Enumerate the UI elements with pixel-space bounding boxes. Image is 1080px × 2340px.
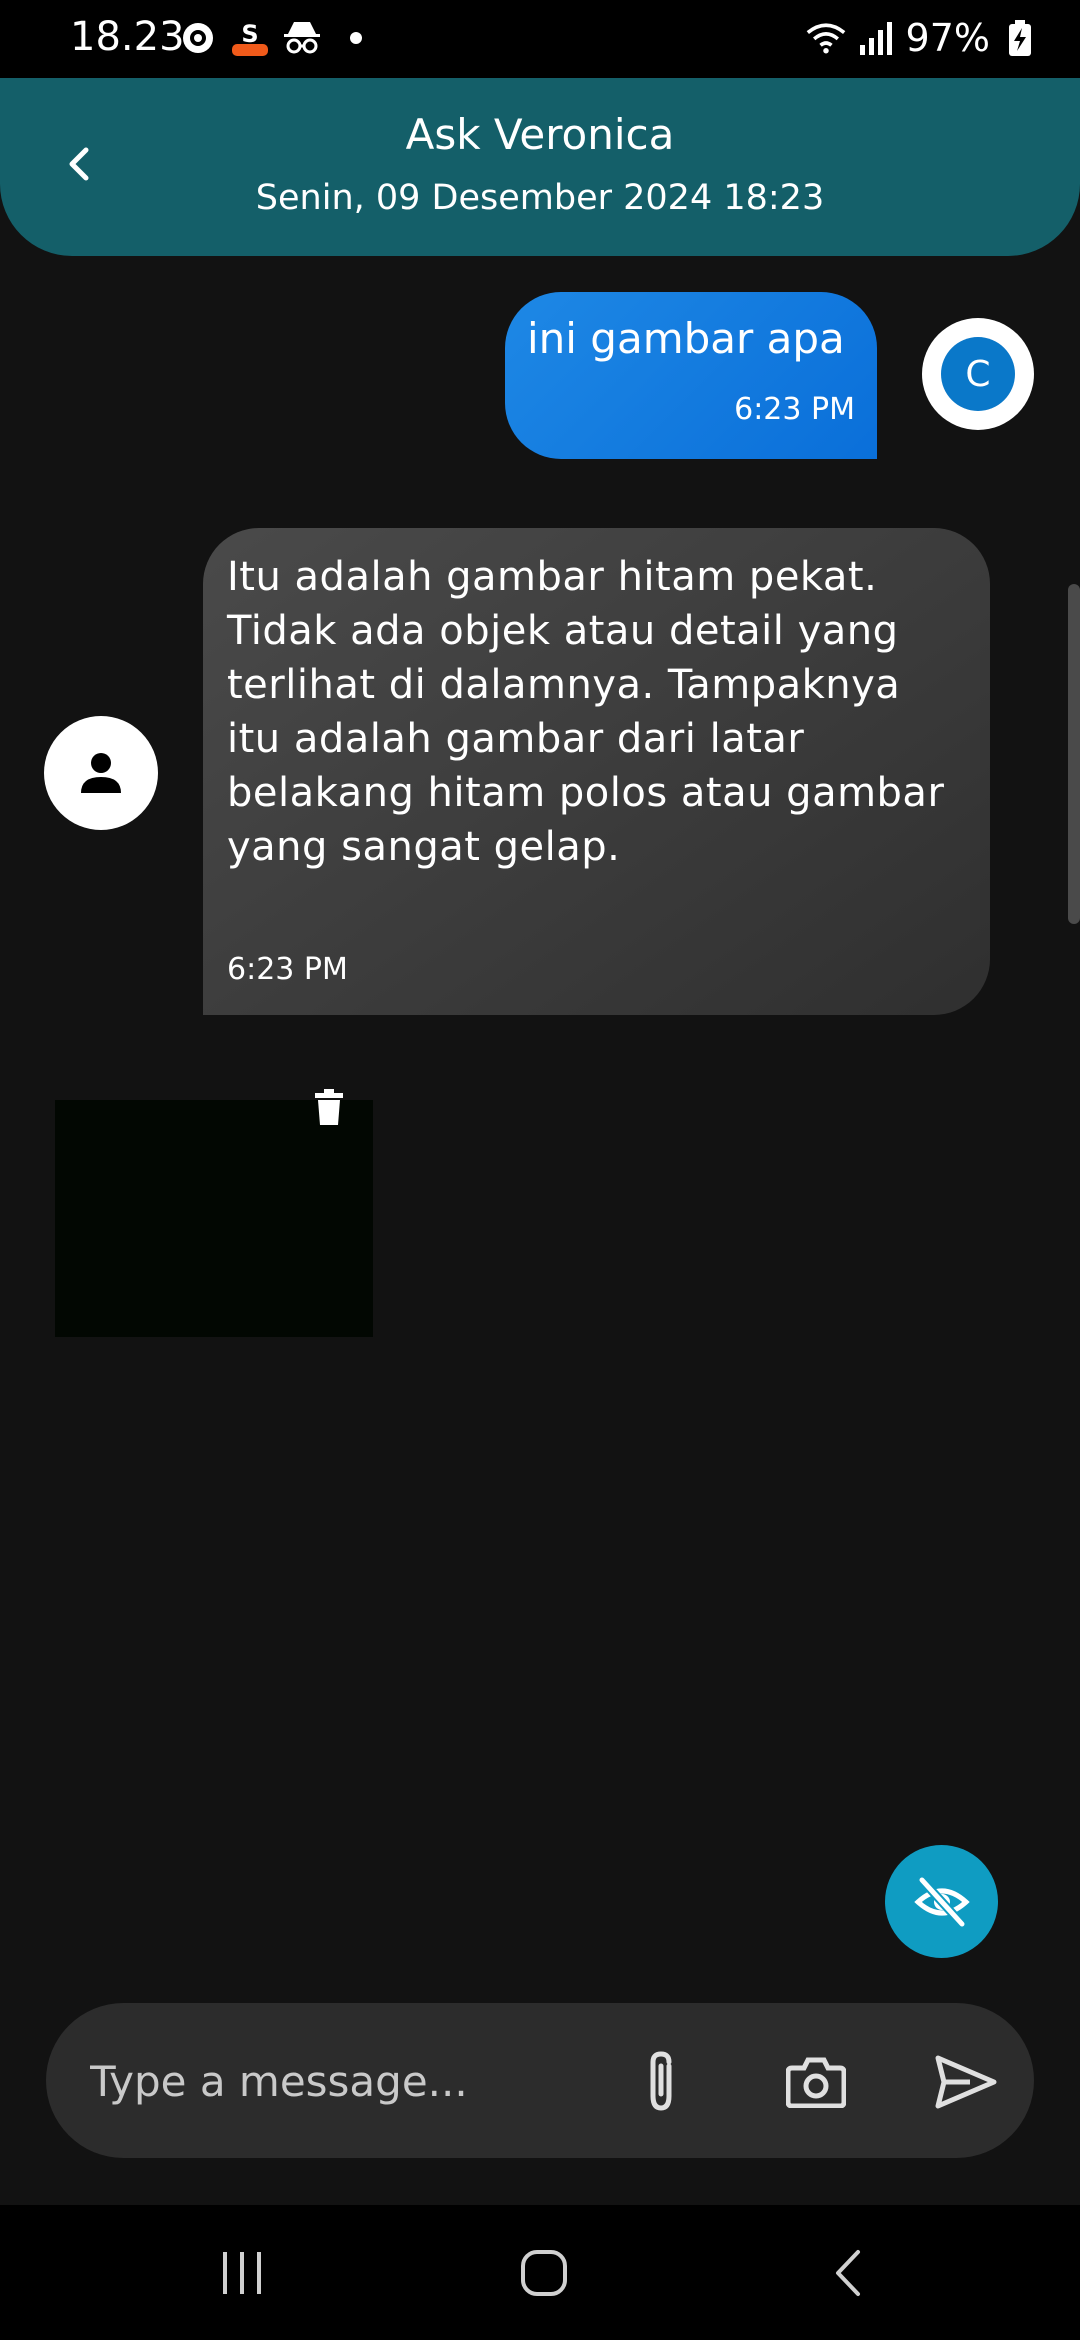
shopee-icon: S [230, 18, 270, 58]
user-avatar: C [922, 318, 1034, 430]
target-icon [178, 18, 218, 58]
status-right: 97% [806, 16, 1040, 60]
wifi-icon [806, 18, 846, 58]
page-title: Ask Veronica [405, 110, 675, 159]
message-time: 6:23 PM [227, 952, 348, 987]
message-composer [46, 2003, 1034, 2158]
battery-percent: 97% [905, 16, 990, 60]
svg-text:S: S [241, 20, 258, 48]
message-text: ini gambar apa [527, 314, 845, 363]
person-icon [81, 753, 121, 793]
signal-icon [856, 18, 896, 58]
trash-icon [315, 1089, 343, 1125]
toggle-visibility-button[interactable] [885, 1845, 998, 1958]
chat-header: Ask Veronica Senin, 09 Desember 2024 18:… [0, 78, 1080, 256]
navigation-bar [0, 2205, 1080, 2340]
camera-button[interactable] [780, 2049, 852, 2115]
notification-icons: S [178, 18, 362, 58]
battery-charging-icon [1000, 18, 1040, 58]
message-time: 6:23 PM [734, 392, 855, 427]
bot-avatar [44, 716, 158, 830]
home-icon [521, 2250, 567, 2296]
recent-apps-icon [223, 2252, 261, 2294]
user-message-bubble[interactable]: ini gambar apa 6:23 PM [505, 292, 877, 459]
status-time: 18.23 [70, 14, 185, 60]
recent-apps-button[interactable] [202, 2243, 282, 2303]
more-notifications-dot [350, 32, 362, 44]
attach-button[interactable] [628, 2049, 694, 2115]
incognito-icon [282, 18, 322, 58]
message-text: Itu adalah gambar hitam pekat. Tidak ada… [227, 554, 945, 870]
attached-image-preview[interactable] [55, 1100, 373, 1337]
avatar-initial: C [941, 337, 1015, 411]
scrollbar[interactable] [1068, 584, 1080, 924]
chat-date: Senin, 09 Desember 2024 18:23 [255, 178, 825, 218]
status-bar: 18.23 S 97% [0, 0, 1080, 78]
home-button[interactable] [504, 2243, 584, 2303]
send-button[interactable] [930, 2047, 1002, 2117]
message-input[interactable] [90, 2043, 610, 2119]
back-icon [836, 2250, 860, 2296]
send-icon [935, 2055, 997, 2109]
camera-icon [786, 2057, 846, 2108]
delete-image-button[interactable] [310, 1088, 348, 1126]
bot-message-bubble[interactable]: Itu adalah gambar hitam pekat. Tidak ada… [203, 528, 990, 1015]
paperclip-icon [650, 2051, 672, 2111]
eye-off-icon [913, 1876, 970, 1927]
nav-back-button[interactable] [808, 2243, 888, 2303]
